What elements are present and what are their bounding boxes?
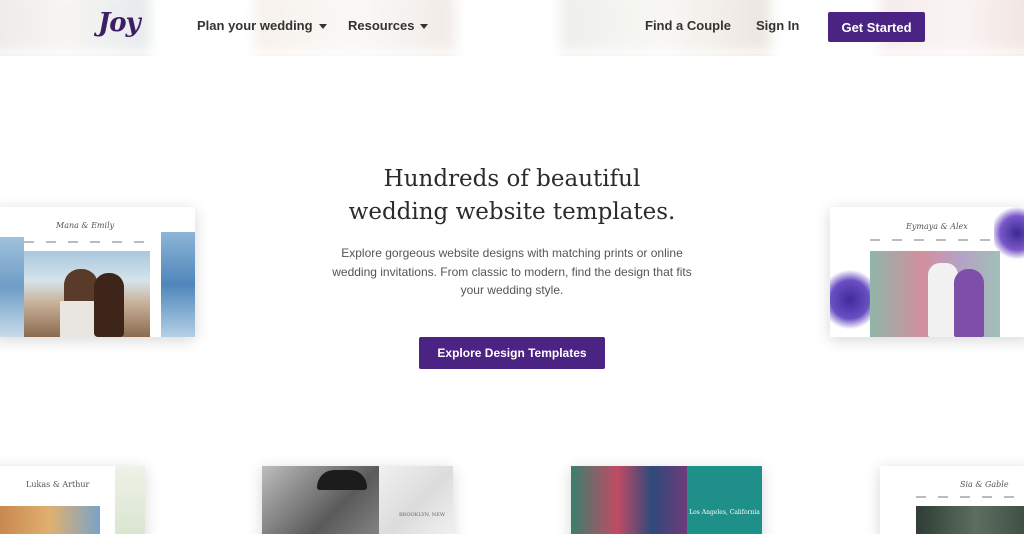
chevron-down-icon xyxy=(420,23,429,29)
template-card-bottom-2[interactable]: BROOKLYN, NEW xyxy=(262,466,453,534)
template-couple-photo xyxy=(916,506,1024,534)
hero-description: Explore gorgeous website designs with ma… xyxy=(332,246,692,297)
watercolor-decoration xyxy=(0,237,24,337)
template-couple-photo xyxy=(0,506,100,534)
marble-background xyxy=(379,466,453,534)
template-couple-photo xyxy=(24,251,150,337)
template-couple-names: Lukas & Arthur xyxy=(26,480,90,489)
template-couple-photo xyxy=(571,466,687,534)
template-mini-nav xyxy=(24,241,154,243)
photo-person xyxy=(954,269,984,337)
joy-logo[interactable]: Joy xyxy=(98,8,141,38)
template-couple-photo xyxy=(870,251,1000,337)
template-mini-nav xyxy=(916,496,1016,498)
teal-panel xyxy=(687,466,762,534)
explore-design-templates-button[interactable]: Explore Design Templates xyxy=(419,337,605,369)
template-card-bottom-1[interactable]: Lukas & Arthur xyxy=(0,466,145,534)
floral-decoration xyxy=(830,262,870,337)
hero-title-line1: Hundreds of beautiful xyxy=(383,166,641,192)
template-card-left[interactable]: Mana & Emily xyxy=(0,207,195,337)
photo-person xyxy=(94,273,124,337)
photo-hat xyxy=(317,470,367,490)
template-couple-names: Mana & Emily xyxy=(56,221,115,230)
template-caption: Los Angeles, California xyxy=(689,509,760,516)
top-navigation: Joy Plan your wedding Resources Find a C… xyxy=(0,0,1024,54)
hero-title-line2: wedding website templates. xyxy=(348,199,676,225)
template-mini-nav xyxy=(870,239,1000,241)
chevron-down-icon xyxy=(318,23,327,29)
template-couple-names: Eymaya & Alex xyxy=(906,222,968,231)
template-card-right[interactable]: Eymaya & Alex xyxy=(830,207,1024,337)
page: Joy Plan your wedding Resources Find a C… xyxy=(0,0,1024,534)
nav-resources[interactable]: Resources xyxy=(348,18,429,33)
template-couple-photo xyxy=(262,466,379,534)
get-started-button[interactable]: Get Started xyxy=(828,12,925,42)
template-card-bottom-4[interactable]: Sia & Gable xyxy=(880,466,1024,534)
template-card-bottom-3[interactable]: Los Angeles, California xyxy=(571,466,762,534)
sign-in-link[interactable]: Sign In xyxy=(756,18,799,33)
nav-resources-label: Resources xyxy=(348,18,415,33)
template-couple-names: Sia & Gable xyxy=(960,480,1009,489)
nav-plan-label: Plan your wedding xyxy=(197,18,313,33)
find-a-couple-link[interactable]: Find a Couple xyxy=(645,18,731,33)
nav-plan-your-wedding[interactable]: Plan your wedding xyxy=(197,18,327,33)
watercolor-decoration xyxy=(161,232,195,337)
template-caption: BROOKLYN, NEW xyxy=(399,512,446,518)
leaf-decoration xyxy=(115,466,145,534)
hero-title: Hundreds of beautiful wedding website te… xyxy=(312,163,712,229)
